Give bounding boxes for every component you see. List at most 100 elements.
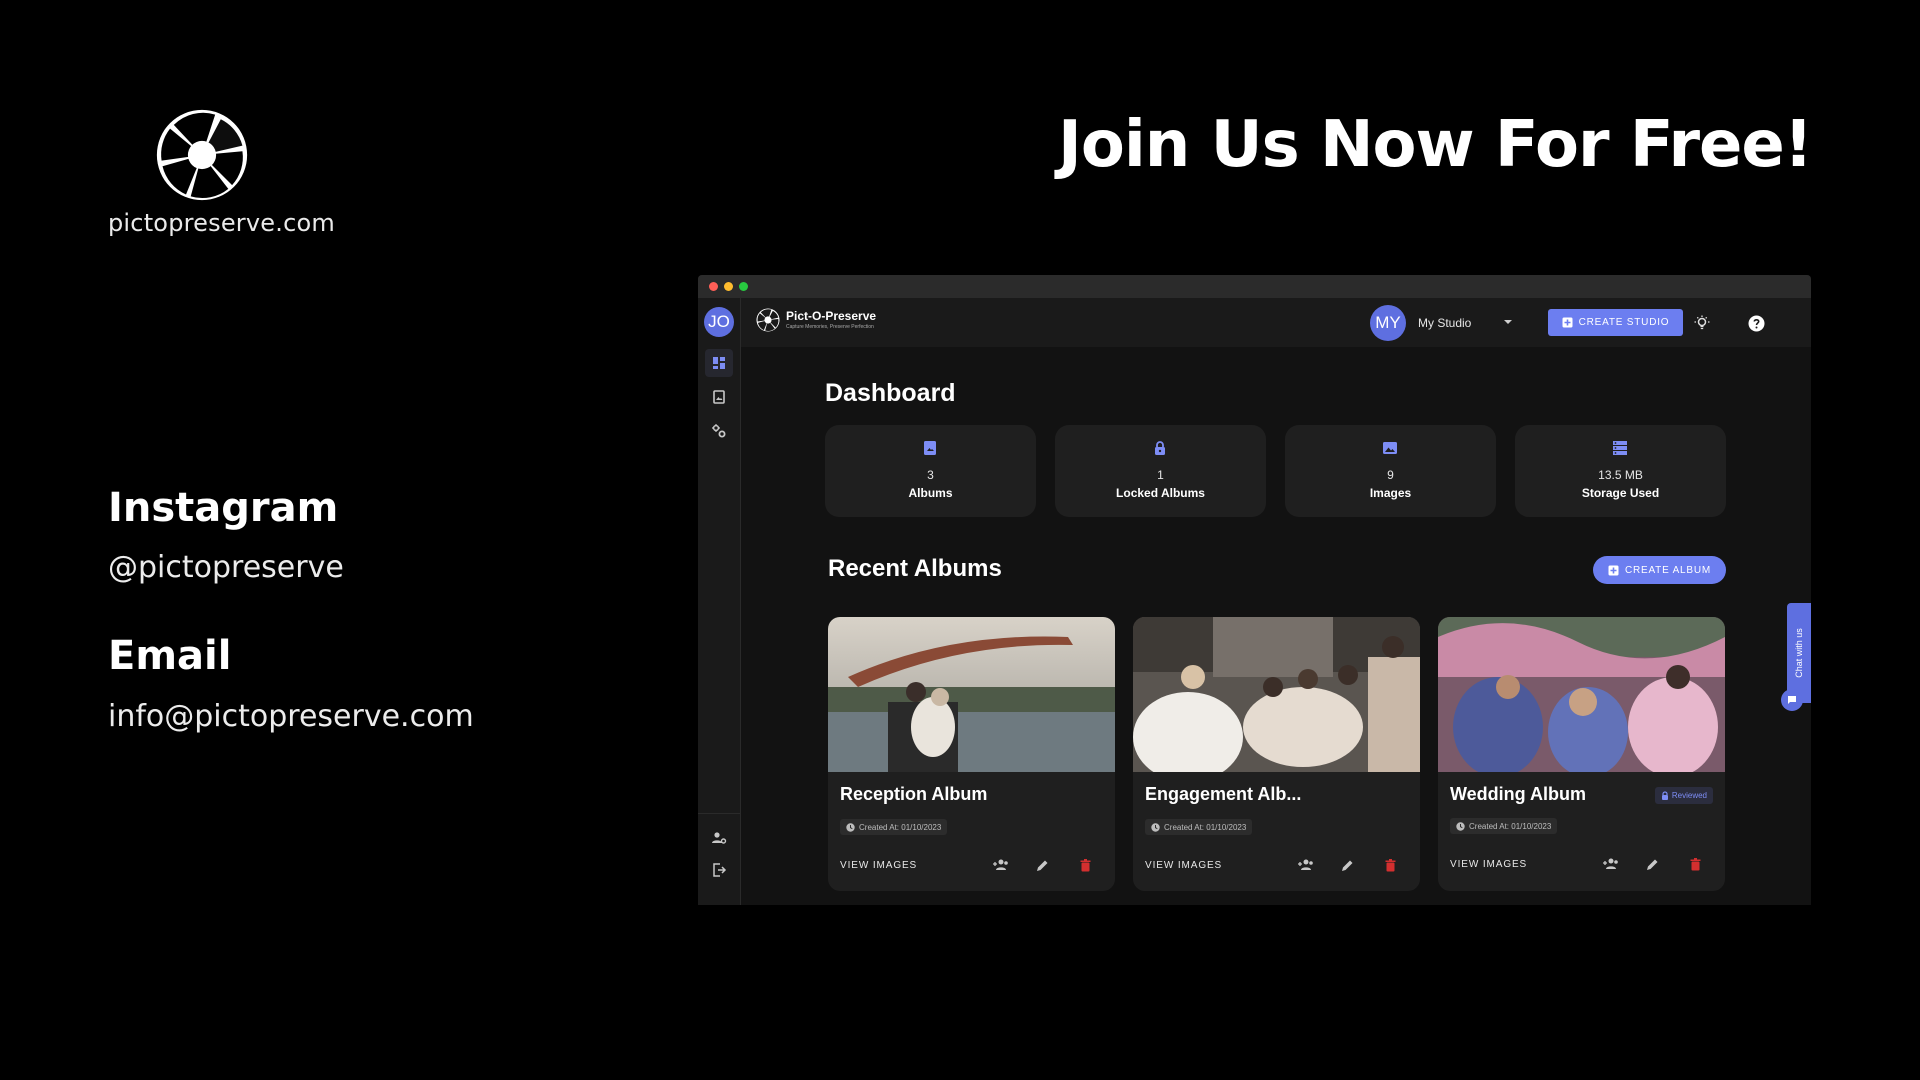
image-icon	[1383, 442, 1397, 454]
sidebar-divider	[698, 813, 740, 814]
album-cover-image[interactable]	[1438, 617, 1725, 772]
trash-icon	[1080, 858, 1090, 871]
created-date: Created At: 01/10/2023	[859, 822, 942, 832]
chat-with-us-tab[interactable]: Chat with us	[1787, 603, 1811, 703]
album-icon	[713, 390, 725, 404]
app-aperture-logo[interactable]	[756, 308, 780, 332]
stat-label: Storage Used	[1581, 486, 1660, 500]
lock-icon	[1661, 791, 1668, 800]
group-add-icon	[993, 859, 1008, 870]
trash-icon	[1385, 858, 1395, 871]
album-title: Reception Album	[840, 784, 988, 804]
album-title: Engagement Alb...	[1145, 784, 1302, 804]
studio-avatar[interactable]: MY	[1370, 305, 1406, 341]
pencil-icon	[1036, 860, 1047, 871]
app-name: Pict-O-Preserve	[786, 309, 877, 323]
lightbulb-icon	[1694, 315, 1710, 330]
album-card-wedding: Wedding Album Reviewed Created At: 01/10…	[1438, 617, 1725, 891]
maximize-window-button[interactable]	[739, 282, 748, 291]
dashboard-icon	[713, 357, 725, 369]
add-box-icon	[1562, 317, 1573, 328]
create-album-label: CREATE ALBUM	[1624, 564, 1712, 576]
delete-album-button[interactable]	[1381, 856, 1399, 874]
gears-icon	[712, 424, 726, 438]
stat-value: 9	[1387, 468, 1394, 482]
instagram-handle[interactable]: @pictopreserve	[108, 550, 344, 585]
chat-bubble-icon	[1788, 696, 1796, 704]
email-address[interactable]: info@pictopreserve.com	[108, 699, 474, 734]
created-date: Created At: 01/10/2023	[1469, 821, 1552, 831]
brand-aperture-logo	[156, 109, 248, 201]
stat-value: 3	[927, 468, 934, 482]
recent-albums-title: Recent Albums	[828, 555, 1002, 582]
album-card-reception: Reception Album Created At: 01/10/2023 V…	[828, 617, 1115, 891]
chat-launcher-button[interactable]	[1781, 689, 1803, 711]
help-button[interactable]	[1745, 312, 1767, 334]
sidebar-item-albums[interactable]	[705, 383, 733, 411]
album-title: Wedding Album	[1450, 784, 1586, 804]
album-card-engagement: Engagement Alb... Created At: 01/10/2023…	[1133, 617, 1420, 891]
user-avatar[interactable]: JO	[704, 307, 734, 337]
edit-album-button[interactable]	[1033, 856, 1051, 874]
clock-icon	[1151, 822, 1160, 832]
stat-value: 1	[1157, 468, 1164, 482]
app-tagline: Capture Memories, Preserve Perfection	[786, 324, 874, 330]
user-settings-icon	[712, 832, 727, 844]
clock-icon	[846, 822, 855, 832]
sidebar-item-logout[interactable]	[705, 856, 733, 884]
chevron-down-icon[interactable]	[1504, 320, 1512, 324]
stat-label: Locked Albums	[1116, 486, 1205, 500]
delete-album-button[interactable]	[1076, 856, 1094, 874]
created-date-chip: Created At: 01/10/2023	[1145, 819, 1253, 835]
sidebar-item-settings[interactable]	[705, 417, 733, 445]
instagram-heading: Instagram	[108, 485, 339, 531]
status-badge: Reviewed	[1654, 787, 1713, 804]
group-add-icon	[1603, 858, 1618, 869]
app-window: JO Pict-O-Preserve Capture Memories, Pre…	[698, 275, 1811, 905]
sidebar-item-account-settings[interactable]	[705, 824, 733, 852]
stat-label: Images	[1369, 486, 1412, 500]
edit-album-button[interactable]	[1643, 855, 1661, 873]
minimize-window-button[interactable]	[724, 282, 733, 291]
app-topbar: Pict-O-Preserve Capture Memories, Preser…	[741, 298, 1811, 347]
close-window-button[interactable]	[709, 282, 718, 291]
stat-label: Albums	[908, 486, 953, 500]
edit-album-button[interactable]	[1338, 856, 1356, 874]
sidebar-item-dashboard[interactable]	[705, 349, 733, 377]
brand-site-url[interactable]: pictopreserve.com	[108, 209, 335, 237]
created-date: Created At: 01/10/2023	[1164, 822, 1247, 832]
headline: Join Us Now For Free!	[1058, 108, 1813, 182]
delete-album-button[interactable]	[1686, 855, 1704, 873]
album-cover-image[interactable]	[1133, 617, 1420, 772]
created-date-chip: Created At: 01/10/2023	[840, 819, 948, 835]
stat-card-locked-albums: 1 Locked Albums	[1055, 425, 1266, 517]
help-icon	[1748, 315, 1764, 331]
trash-icon	[1690, 857, 1700, 870]
window-titlebar	[698, 275, 1811, 298]
share-album-button[interactable]	[1602, 855, 1620, 873]
chat-label: Chat with us	[1794, 628, 1804, 678]
add-box-icon	[1608, 565, 1619, 575]
stat-value: 13.5 MB	[1598, 468, 1643, 482]
view-images-button[interactable]: VIEW IMAGES	[840, 860, 917, 871]
create-studio-button[interactable]: CREATE STUDIO	[1548, 309, 1683, 336]
view-images-button[interactable]: VIEW IMAGES	[1145, 860, 1222, 871]
create-album-button[interactable]: CREATE ALBUM	[1593, 556, 1726, 584]
studio-selector-label[interactable]: My Studio	[1418, 316, 1471, 330]
stat-card-storage: 13.5 MB Storage Used	[1515, 425, 1726, 517]
clock-icon	[1456, 821, 1465, 831]
stat-card-albums: 3 Albums	[825, 425, 1036, 517]
theme-toggle-button[interactable]	[1691, 312, 1713, 334]
album-cover-image[interactable]	[828, 617, 1115, 772]
logout-icon	[713, 863, 727, 877]
lock-icon	[1155, 441, 1165, 455]
created-date-chip: Created At: 01/10/2023	[1450, 818, 1558, 834]
share-album-button[interactable]	[1297, 856, 1315, 874]
share-album-button[interactable]	[992, 856, 1010, 874]
email-heading: Email	[108, 633, 232, 679]
group-add-icon	[1298, 859, 1313, 870]
badge-label: Reviewed	[1671, 791, 1707, 800]
sidebar: JO	[698, 298, 741, 905]
dashboard-title: Dashboard	[825, 379, 956, 407]
view-images-button[interactable]: VIEW IMAGES	[1450, 859, 1527, 870]
